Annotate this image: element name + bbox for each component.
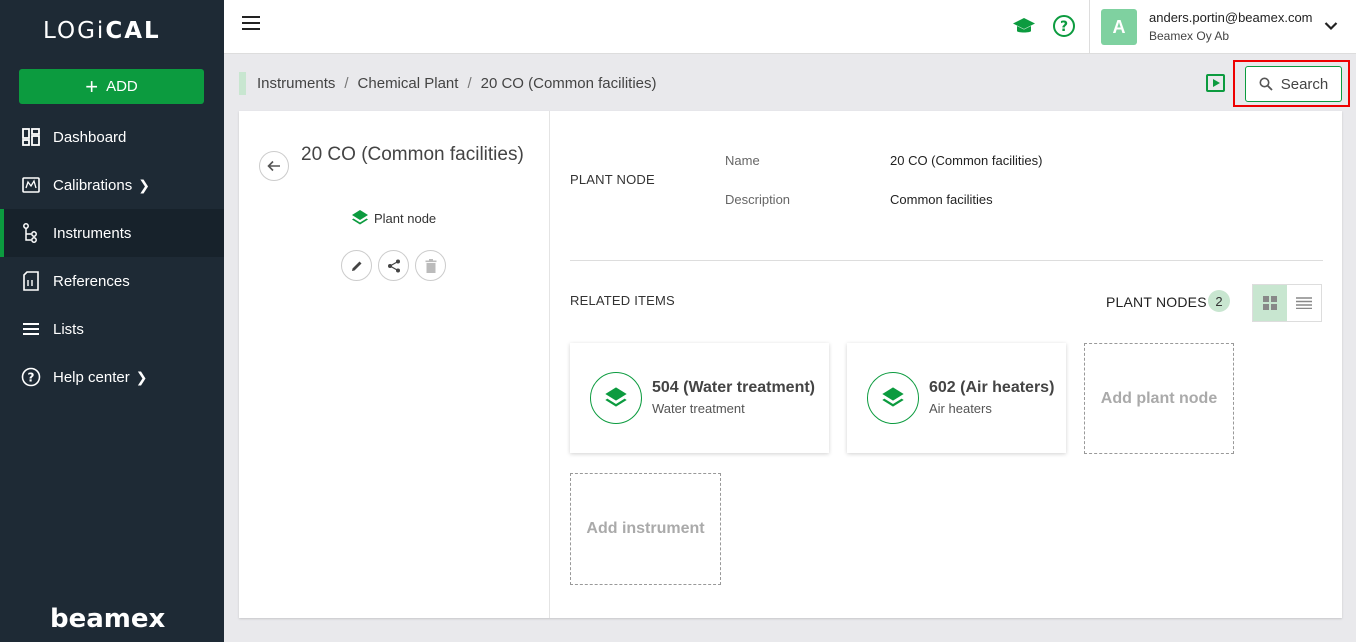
plant-node-card[interactable]: 504 (Water treatment) Water treatment <box>570 343 829 453</box>
chevron-right-icon: ❯ <box>138 176 150 193</box>
academy-icon[interactable] <box>1012 14 1036 38</box>
section-label-plant-node: PLANT NODE <box>570 172 655 187</box>
node-type-label: Plant node <box>374 210 437 226</box>
card-subtitle: Air heaters <box>929 401 992 416</box>
breadcrumb-current: 20 CO (Common facilities) <box>480 75 657 92</box>
sidebar-item-label: Help center <box>53 368 130 386</box>
user-email: anders.portin@beamex.com <box>1149 10 1313 25</box>
add-button-label: ADD <box>106 78 138 95</box>
search-icon <box>1259 77 1273 91</box>
sidebar-item-instruments[interactable]: Instruments <box>0 209 224 257</box>
description-label: Description <box>725 192 791 207</box>
sidebar-item-label: Instruments <box>53 224 132 242</box>
user-organization: Beamex Oy Ab <box>1149 29 1230 43</box>
sidebar-item-label: Calibrations <box>53 176 133 194</box>
list-view-button[interactable] <box>1287 285 1321 321</box>
plant-nodes-count-badge: 2 <box>1208 290 1230 312</box>
breadcrumb-instruments[interactable]: Instruments <box>257 75 335 92</box>
help-circle-icon[interactable]: ? <box>1052 14 1076 38</box>
svg-text:?: ? <box>28 371 35 385</box>
chevron-right-icon: ❯ <box>135 368 148 385</box>
node-summary: 20 CO (Common facilities) Plant node <box>239 111 550 618</box>
grid-icon <box>1263 296 1277 310</box>
search-button-label: Search <box>1280 75 1329 93</box>
help-icon: ? <box>21 367 41 387</box>
instruments-icon <box>21 223 41 243</box>
lists-icon <box>21 319 41 339</box>
breadcrumb: Instruments / Chemical Plant / 20 CO (Co… <box>257 75 657 92</box>
layers-icon <box>867 372 919 424</box>
svg-text:?: ? <box>1060 19 1068 35</box>
name-value: 20 CO (Common facilities) <box>890 153 1043 168</box>
logical-logo[interactable]: LOGiCAL <box>43 18 161 44</box>
breadcrumb-bar: Instruments / Chemical Plant / 20 CO (Co… <box>224 55 1356 111</box>
references-icon <box>21 271 41 291</box>
plus-icon: + <box>85 73 99 99</box>
name-label: Name <box>725 153 760 168</box>
add-button[interactable]: + ADD <box>19 69 204 104</box>
page-title: 20 CO (Common facilities) <box>301 144 524 165</box>
grid-view-button[interactable] <box>1253 285 1287 321</box>
breadcrumb-separator: / <box>344 75 349 92</box>
node-details: PLANT NODE Name 20 CO (Common facilities… <box>550 111 1342 618</box>
add-plant-node-card[interactable]: Add plant node <box>1084 343 1234 454</box>
detail-panel: 20 CO (Common facilities) Plant node PLA… <box>239 111 1342 618</box>
breadcrumb-chemical-plant[interactable]: Chemical Plant <box>358 75 459 92</box>
search-button[interactable]: Search <box>1245 66 1342 102</box>
avatar[interactable]: A <box>1101 9 1137 45</box>
plant-nodes-filter[interactable]: PLANT NODES <box>1106 294 1207 310</box>
sidebar-nav: Dashboard Calibrations ❯ Instruments Ref… <box>0 113 224 401</box>
plant-node-card[interactable]: 602 (Air heaters) Air heaters <box>847 343 1066 453</box>
divider <box>570 260 1323 261</box>
back-arrow-icon[interactable] <box>259 151 289 181</box>
sidebar-item-calibrations[interactable]: Calibrations ❯ <box>0 161 224 209</box>
breadcrumb-separator: / <box>467 75 472 92</box>
card-title: 602 (Air heaters) <box>929 379 1055 396</box>
node-type: Plant node <box>351 209 436 227</box>
dashboard-icon <box>21 127 41 147</box>
sidebar-item-label: Dashboard <box>53 128 127 146</box>
top-bar: ? A anders.portin@beamex.com Beamex Oy A… <box>224 0 1356 54</box>
layers-icon <box>590 372 642 424</box>
section-label-related-items: RELATED ITEMS <box>570 293 675 308</box>
sidebar-item-label: References <box>53 272 130 290</box>
menu-icon[interactable] <box>242 16 260 30</box>
description-value: Common facilities <box>890 192 993 207</box>
edit-button[interactable] <box>341 250 372 281</box>
card-subtitle: Water treatment <box>652 401 745 416</box>
sidebar-item-dashboard[interactable]: Dashboard <box>0 113 224 161</box>
beamex-logo: beamex <box>50 604 166 634</box>
add-instrument-card[interactable]: Add instrument <box>570 473 721 585</box>
share-icon <box>387 259 400 272</box>
trash-icon <box>425 258 436 273</box>
pencil-icon <box>351 261 361 271</box>
breadcrumb-accent <box>239 72 246 95</box>
action-row <box>341 250 446 281</box>
chevron-down-icon[interactable] <box>1324 18 1338 36</box>
calibrations-icon <box>21 175 41 195</box>
share-button[interactable] <box>378 250 409 281</box>
play-icon[interactable] <box>1206 74 1225 92</box>
sidebar-item-help-center[interactable]: ? Help center ❯ <box>0 353 224 401</box>
divider <box>1089 0 1090 54</box>
sidebar-item-label: Lists <box>53 320 84 338</box>
sidebar: LOGiCAL + ADD Dashboard Calibrations ❯ I… <box>0 0 224 642</box>
delete-button[interactable] <box>415 250 446 281</box>
sidebar-item-references[interactable]: References <box>0 257 224 305</box>
sidebar-item-lists[interactable]: Lists <box>0 305 224 353</box>
list-icon <box>1296 297 1312 309</box>
card-title: 504 (Water treatment) <box>652 379 816 396</box>
view-toggle <box>1252 284 1322 322</box>
layers-icon <box>352 210 368 225</box>
